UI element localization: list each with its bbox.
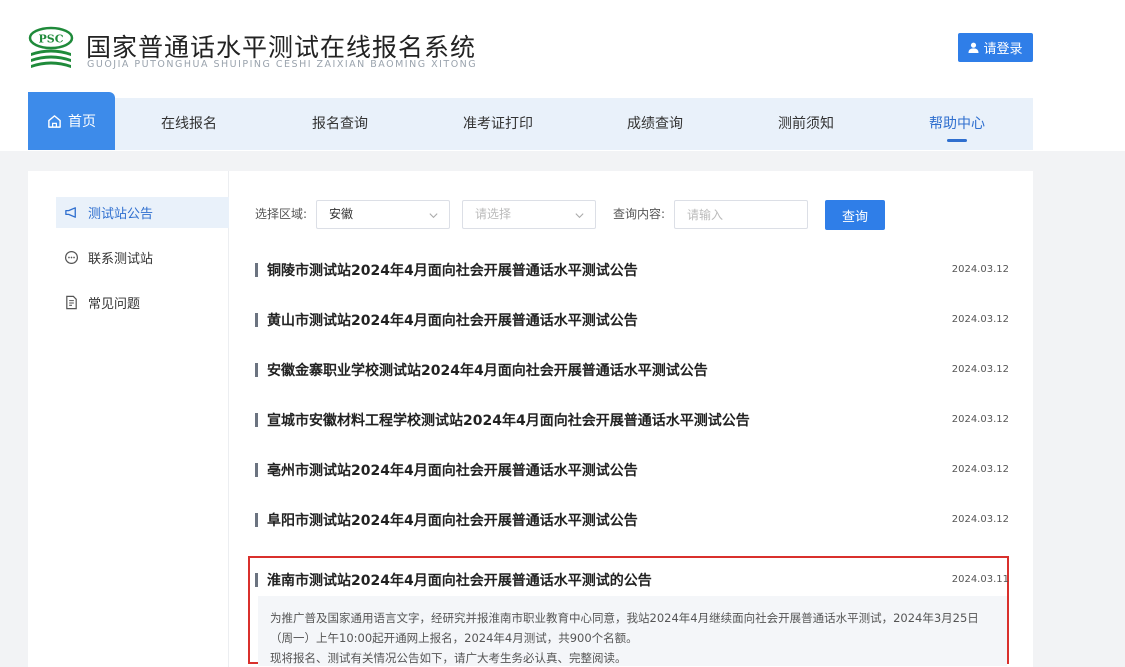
nav-item-home[interactable]: 首页 [28,92,115,150]
notice-title[interactable]: 淮南市测试站2024年4月面向社会开展普通话水平测试的公告 [267,570,652,590]
notice-title[interactable]: 亳州市测试站2024年4月面向社会开展普通话水平测试公告 [267,460,638,480]
notice-item[interactable]: 安徽金寨职业学校测试站2024年4月面向社会开展普通话水平测试公告 2024.0… [253,348,1010,392]
summary-line: 现将报名、测试有关情况公告如下，请广大考生务必认真、完整阅读。 [270,651,627,665]
notice-marker [255,363,258,377]
chat-icon [64,250,79,265]
summary-line: 为推广普及国家通用语言文字，经研究并报淮南市职业教育中心同意，我站2024年4月… [270,611,979,625]
chevron-down-icon [429,213,438,219]
nav-item-online-registration[interactable]: 在线报名 [136,98,242,150]
highlighted-notice[interactable]: 淮南市测试站2024年4月面向社会开展普通话水平测试的公告 2024.03.11… [248,556,1009,666]
nav-label: 首页 [68,114,96,130]
sidebar-item-label: 常见问题 [88,297,141,312]
notice-date: 2024.03.12 [951,264,1009,275]
home-icon [48,114,61,128]
notice-marker [255,413,258,427]
active-indicator [947,139,967,142]
notice-date: 2024.03.12 [951,414,1009,425]
notice-title[interactable]: 安徽金寨职业学校测试站2024年4月面向社会开展普通话水平测试公告 [267,360,708,380]
notice-title[interactable]: 阜阳市测试站2024年4月面向社会开展普通话水平测试公告 [267,510,638,530]
nav-item-pretest-notice[interactable]: 测前须知 [753,98,859,150]
nav-label: 帮助中心 [929,116,985,132]
login-label: 请登录 [983,42,1023,57]
nav-item-admission-ticket-print[interactable]: 准考证打印 [445,98,551,150]
megaphone-icon [65,207,76,218]
summary-line: （周一）上午10:00起开通网上报名，2024年4月测试，共900个名额。 [270,631,638,645]
notice-title[interactable]: 宣城市安徽材料工程学校测试站2024年4月面向社会开展普通话水平测试公告 [267,410,750,430]
sidebar-item-test-station-notices[interactable]: 测试站公告 [56,197,229,228]
sidebar: 测试站公告 联系测试站 常见问题 [28,171,229,667]
nav-item-help-center[interactable]: 帮助中心 [904,98,1010,150]
sidebar-item-label: 联系测试站 [88,252,154,267]
nav-item-registration-query[interactable]: 报名查询 [287,98,393,150]
nav-item-score-query[interactable]: 成绩查询 [602,98,708,150]
notice-date: 2024.03.12 [951,314,1009,325]
notice-title[interactable]: 铜陵市测试站2024年4月面向社会开展普通话水平测试公告 [267,260,638,280]
notice-item[interactable]: 阜阳市测试站2024年4月面向社会开展普通话水平测试公告 2024.03.12 [253,498,1010,542]
sidebar-item-faq[interactable]: 常见问题 [56,287,229,318]
sidebar-item-label: 测试站公告 [88,207,154,222]
query-label: 查询内容: [613,207,666,221]
notice-summary: 为推广普及国家通用语言文字，经研究并报淮南市职业教育中心同意，我站2024年4月… [258,596,1007,666]
logo-text: PSC [39,33,64,46]
region-select-value: 安徽 [329,207,354,221]
notice-marker [255,313,258,327]
sub-region-select[interactable]: 请选择 [462,200,596,229]
notice-date: 2024.03.11 [951,574,1009,585]
region-select[interactable]: 安徽 [316,200,450,229]
sub-region-placeholder: 请选择 [475,207,512,221]
main-content: 测试站公告 联系测试站 常见问题 选择区域: 安徽 请选择 查询内容: 查询 铜… [28,171,1033,667]
login-button[interactable]: 请登录 [958,33,1033,62]
notice-item[interactable]: 黄山市测试站2024年4月面向社会开展普通话水平测试公告 2024.03.12 [253,298,1010,342]
notice-item[interactable]: 宣城市安徽材料工程学校测试站2024年4月面向社会开展普通话水平测试公告 202… [253,398,1010,442]
sidebar-item-contact-station[interactable]: 联系测试站 [56,242,229,273]
notice-marker [255,573,258,587]
psc-logo-icon: PSC [28,26,74,68]
notice-marker [255,513,258,527]
notice-marker [255,463,258,477]
notice-title[interactable]: 黄山市测试站2024年4月面向社会开展普通话水平测试公告 [267,310,638,330]
main-nav: 首页 在线报名 报名查询 准考证打印 成绩查询 测前须知 帮助中心 [28,92,1033,150]
site-subtitle: GUOJIA PUTONGHUA SHUIPING CESHI ZAIXIAN … [87,59,478,70]
notice-item[interactable]: 铜陵市测试站2024年4月面向社会开展普通话水平测试公告 2024.03.12 [253,248,1010,292]
region-label: 选择区域: [255,207,308,221]
chevron-down-icon [575,213,584,219]
user-icon [968,42,980,53]
query-input[interactable] [674,200,808,229]
site-header: PSC 国家普通话水平测试在线报名系统 GUOJIA PUTONGHUA SHU… [0,0,1125,151]
notice-date: 2024.03.12 [951,364,1009,375]
notice-marker [255,263,258,277]
notice-date: 2024.03.12 [951,464,1009,475]
document-icon [66,295,77,310]
notice-item[interactable]: 亳州市测试站2024年4月面向社会开展普通话水平测试公告 2024.03.12 [253,448,1010,492]
notice-date: 2024.03.12 [951,514,1009,525]
query-button[interactable]: 查询 [825,200,885,230]
